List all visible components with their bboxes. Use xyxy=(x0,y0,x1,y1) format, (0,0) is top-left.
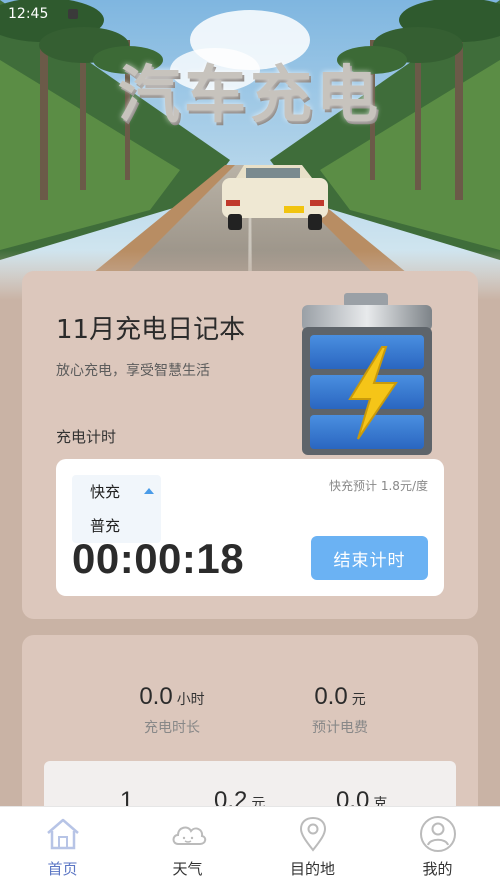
duration-unit: 小时 xyxy=(176,692,205,708)
mode-option-fast[interactable]: 快充 xyxy=(90,481,120,502)
tab-destination-label: 目的地 xyxy=(289,860,335,878)
chevron-up-icon[interactable] xyxy=(144,488,154,494)
end-timing-button[interactable]: 结束计时 xyxy=(311,536,428,580)
charging-diary-card: 11月充电日记本 放心充电，享受智慧生活 充电计时 快充 普充 快充预计 1.8… xyxy=(22,271,478,619)
mode-option-normal[interactable]: 普充 xyxy=(90,515,120,536)
tab-profile[interactable]: 我的 xyxy=(375,807,500,889)
cost-value: 0.0 xyxy=(314,683,348,710)
tab-weather-label: 天气 xyxy=(172,860,203,878)
notification-icon xyxy=(68,9,78,19)
cost-unit: 元 xyxy=(351,692,366,708)
tab-weather[interactable]: 天气 xyxy=(125,807,250,889)
card-title: 11月充电日记本 xyxy=(56,315,246,345)
bottom-tab-bar: 首页 天气 目的地 我的 xyxy=(0,806,500,889)
duration-stat: 0.0 小时 充电时长 xyxy=(92,683,252,737)
status-time: 12:45 xyxy=(8,6,49,22)
cost-stat: 0.0 元 预计电费 xyxy=(260,683,420,737)
location-pin-icon xyxy=(299,816,326,852)
tab-profile-label: 我的 xyxy=(422,860,453,878)
duration-label: 充电时长 xyxy=(144,720,200,736)
battery-icon xyxy=(302,293,432,455)
cost-label: 预计电费 xyxy=(312,720,368,736)
stats-card: 0.0 小时 充电时长 0.0 元 预计电费 1 0.2 元 0.0 克 xyxy=(22,635,478,841)
duration-value: 0.0 xyxy=(139,683,173,710)
elapsed-timer: 00:00:18 xyxy=(72,535,245,582)
card-subtitle: 放心充电，享受智慧生活 xyxy=(56,363,210,379)
timer-panel: 快充 普充 快充预计 1.8元/度 00:00:18 结束计时 xyxy=(56,459,444,596)
tab-home-label: 首页 xyxy=(47,860,78,878)
user-icon xyxy=(419,816,456,852)
charge-mode-dropdown[interactable]: 快充 普充 xyxy=(72,475,161,543)
rate-estimate: 快充预计 1.8元/度 xyxy=(329,479,428,493)
cloud-icon xyxy=(172,826,206,845)
hero-banner: 12:45 汽车充电 xyxy=(0,0,500,300)
hero-title: 汽车充电 xyxy=(117,58,382,131)
timer-label: 充电计时 xyxy=(56,428,117,446)
tab-destination[interactable]: 目的地 xyxy=(250,807,375,889)
tab-home[interactable]: 首页 xyxy=(0,807,125,889)
home-icon xyxy=(46,818,79,850)
